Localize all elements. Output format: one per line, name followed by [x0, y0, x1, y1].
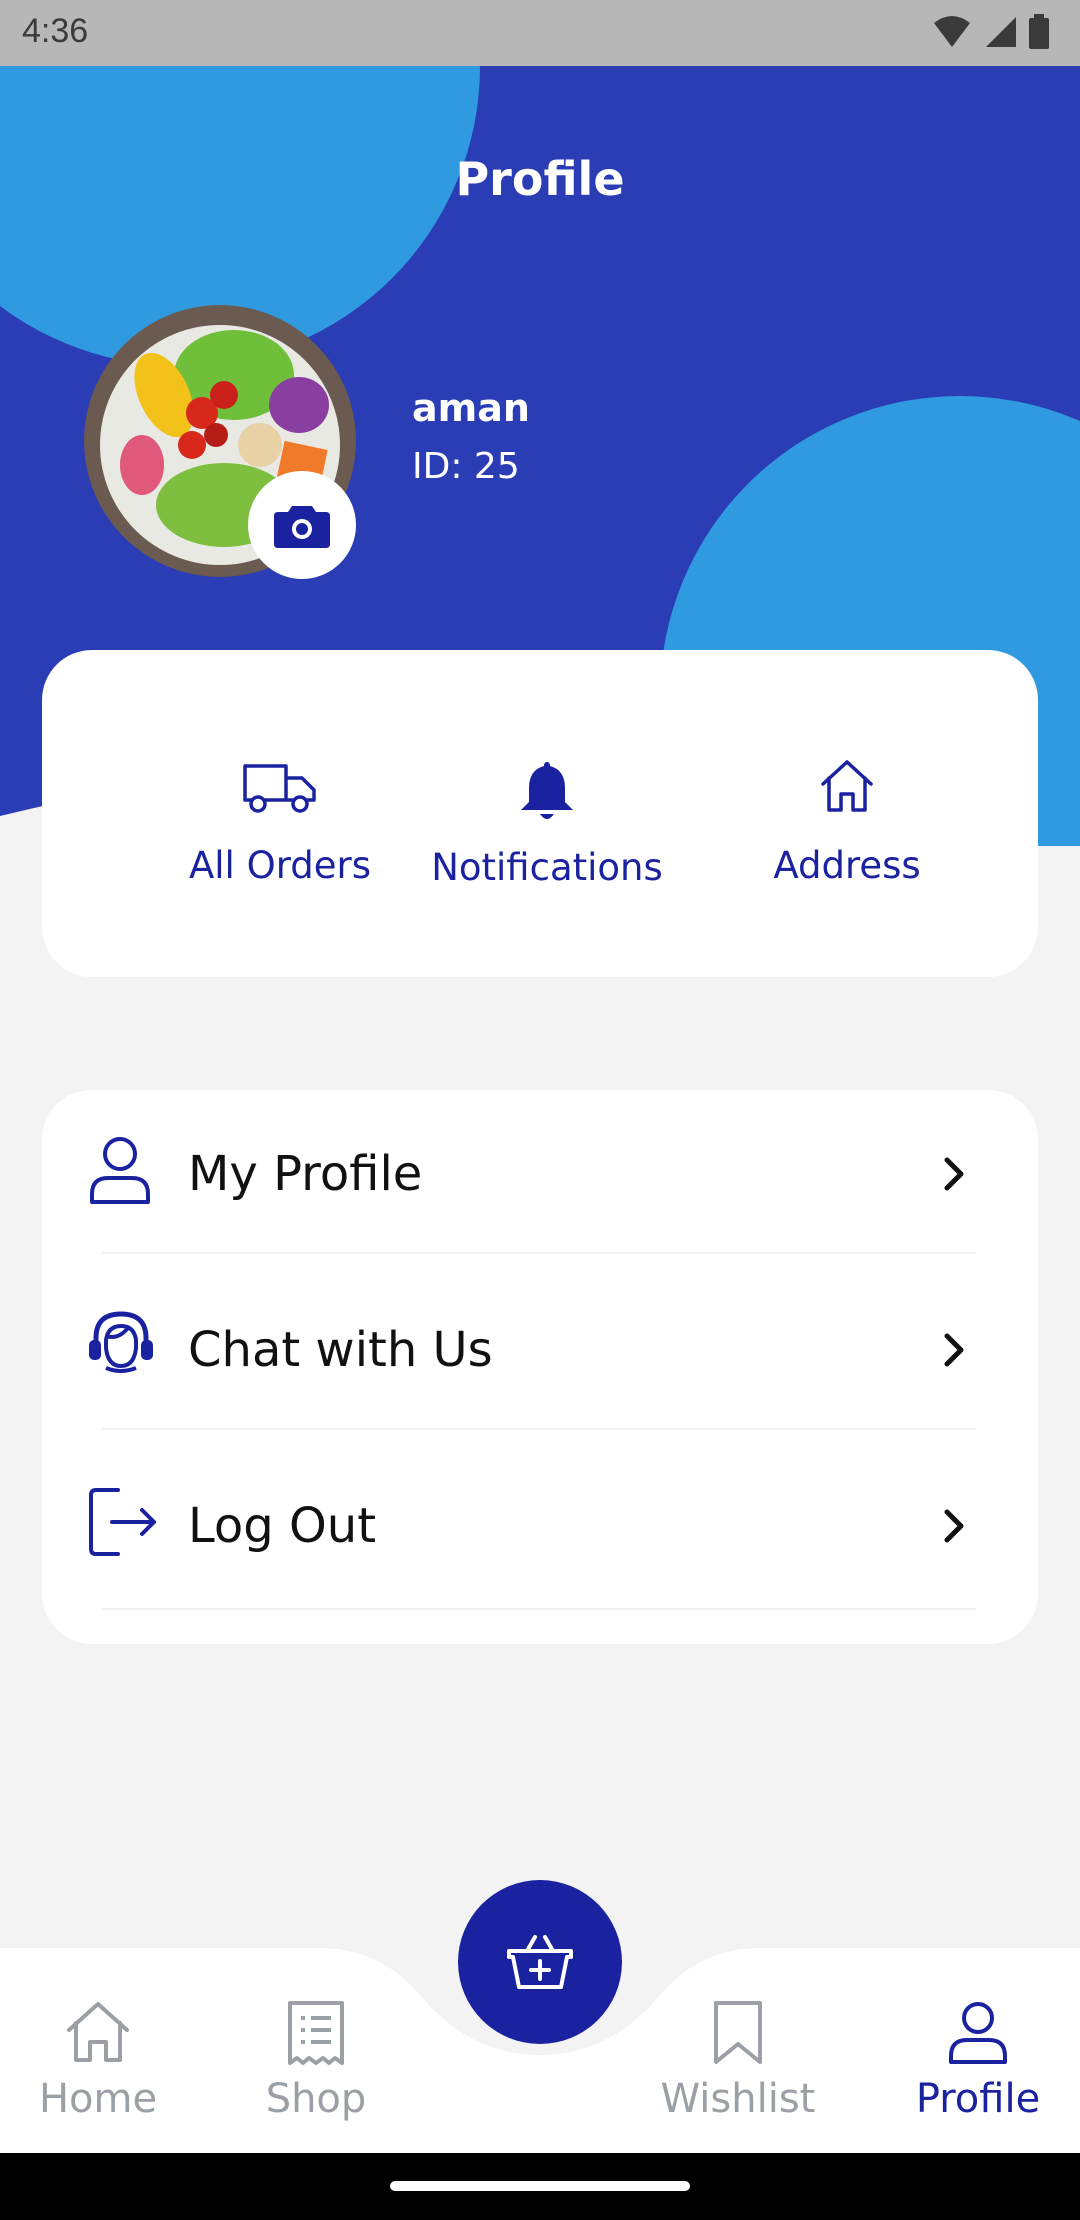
- nav-wishlist[interactable]: Wishlist: [640, 1948, 836, 2153]
- quick-action-label: Address: [773, 844, 921, 887]
- page-title: Profile: [455, 152, 625, 206]
- nav-label: Shop: [265, 2076, 367, 2122]
- chevron-right-icon: [944, 1509, 964, 1543]
- wifi-icon: [934, 16, 970, 47]
- system-gesture-bar: [0, 2153, 1080, 2220]
- home-icon: [67, 2002, 129, 2062]
- menu-item-label: My Profile: [188, 1146, 423, 1202]
- user-icon: [90, 1137, 150, 1204]
- menu-item-label: Log Out: [188, 1498, 377, 1554]
- quick-actions-card: All Orders Notifications Address: [42, 650, 1038, 977]
- logout-icon: [89, 1488, 156, 1556]
- user-icon: [949, 2002, 1007, 2064]
- signal-icon: [986, 17, 1016, 47]
- nav-label: Profile: [915, 2076, 1041, 2122]
- status-bar: 4:36: [0, 0, 1080, 66]
- receipt-icon: [288, 2001, 344, 2065]
- basket-plus-icon: [507, 1935, 573, 1989]
- menu-item-label: Chat with Us: [188, 1322, 493, 1378]
- headset-icon: [89, 1311, 153, 1373]
- divider: [102, 1252, 976, 1254]
- divider: [102, 1428, 976, 1430]
- nav-profile[interactable]: Profile: [880, 1948, 1076, 2153]
- camera-icon: [274, 506, 330, 548]
- cart-button[interactable]: [458, 1880, 622, 2044]
- nav-shop[interactable]: Shop: [218, 1948, 414, 2153]
- menu-card: My Profile Chat with Us Log Out: [42, 1090, 1038, 1644]
- nav-label: Wishlist: [660, 2076, 816, 2122]
- nav-label: Home: [38, 2076, 158, 2122]
- menu-item-log-out[interactable]: Log Out: [42, 1446, 1038, 1610]
- divider: [102, 1608, 976, 1610]
- chevron-right-icon: [944, 1157, 964, 1191]
- status-time: 4:36: [22, 12, 89, 50]
- quick-action-label: Notifications: [431, 846, 663, 889]
- home-icon: [821, 760, 873, 812]
- menu-item-chat-with-us[interactable]: Chat with Us: [42, 1270, 1038, 1430]
- user-name: aman: [412, 386, 530, 430]
- bookmark-icon: [714, 2001, 762, 2064]
- nav-home[interactable]: Home: [0, 1948, 196, 2153]
- home-gesture-handle[interactable]: [390, 2181, 690, 2191]
- chevron-right-icon: [944, 1333, 964, 1367]
- status-icons: [932, 14, 1050, 50]
- battery-icon: [1029, 14, 1049, 49]
- truck-icon: [243, 764, 316, 813]
- user-id: ID: 25: [412, 446, 520, 487]
- quick-action-address[interactable]: Address: [697, 650, 997, 977]
- change-photo-button[interactable]: [248, 471, 356, 579]
- bell-icon: [521, 762, 573, 819]
- menu-item-my-profile[interactable]: My Profile: [42, 1094, 1038, 1254]
- quick-action-notifications[interactable]: Notifications: [397, 650, 697, 977]
